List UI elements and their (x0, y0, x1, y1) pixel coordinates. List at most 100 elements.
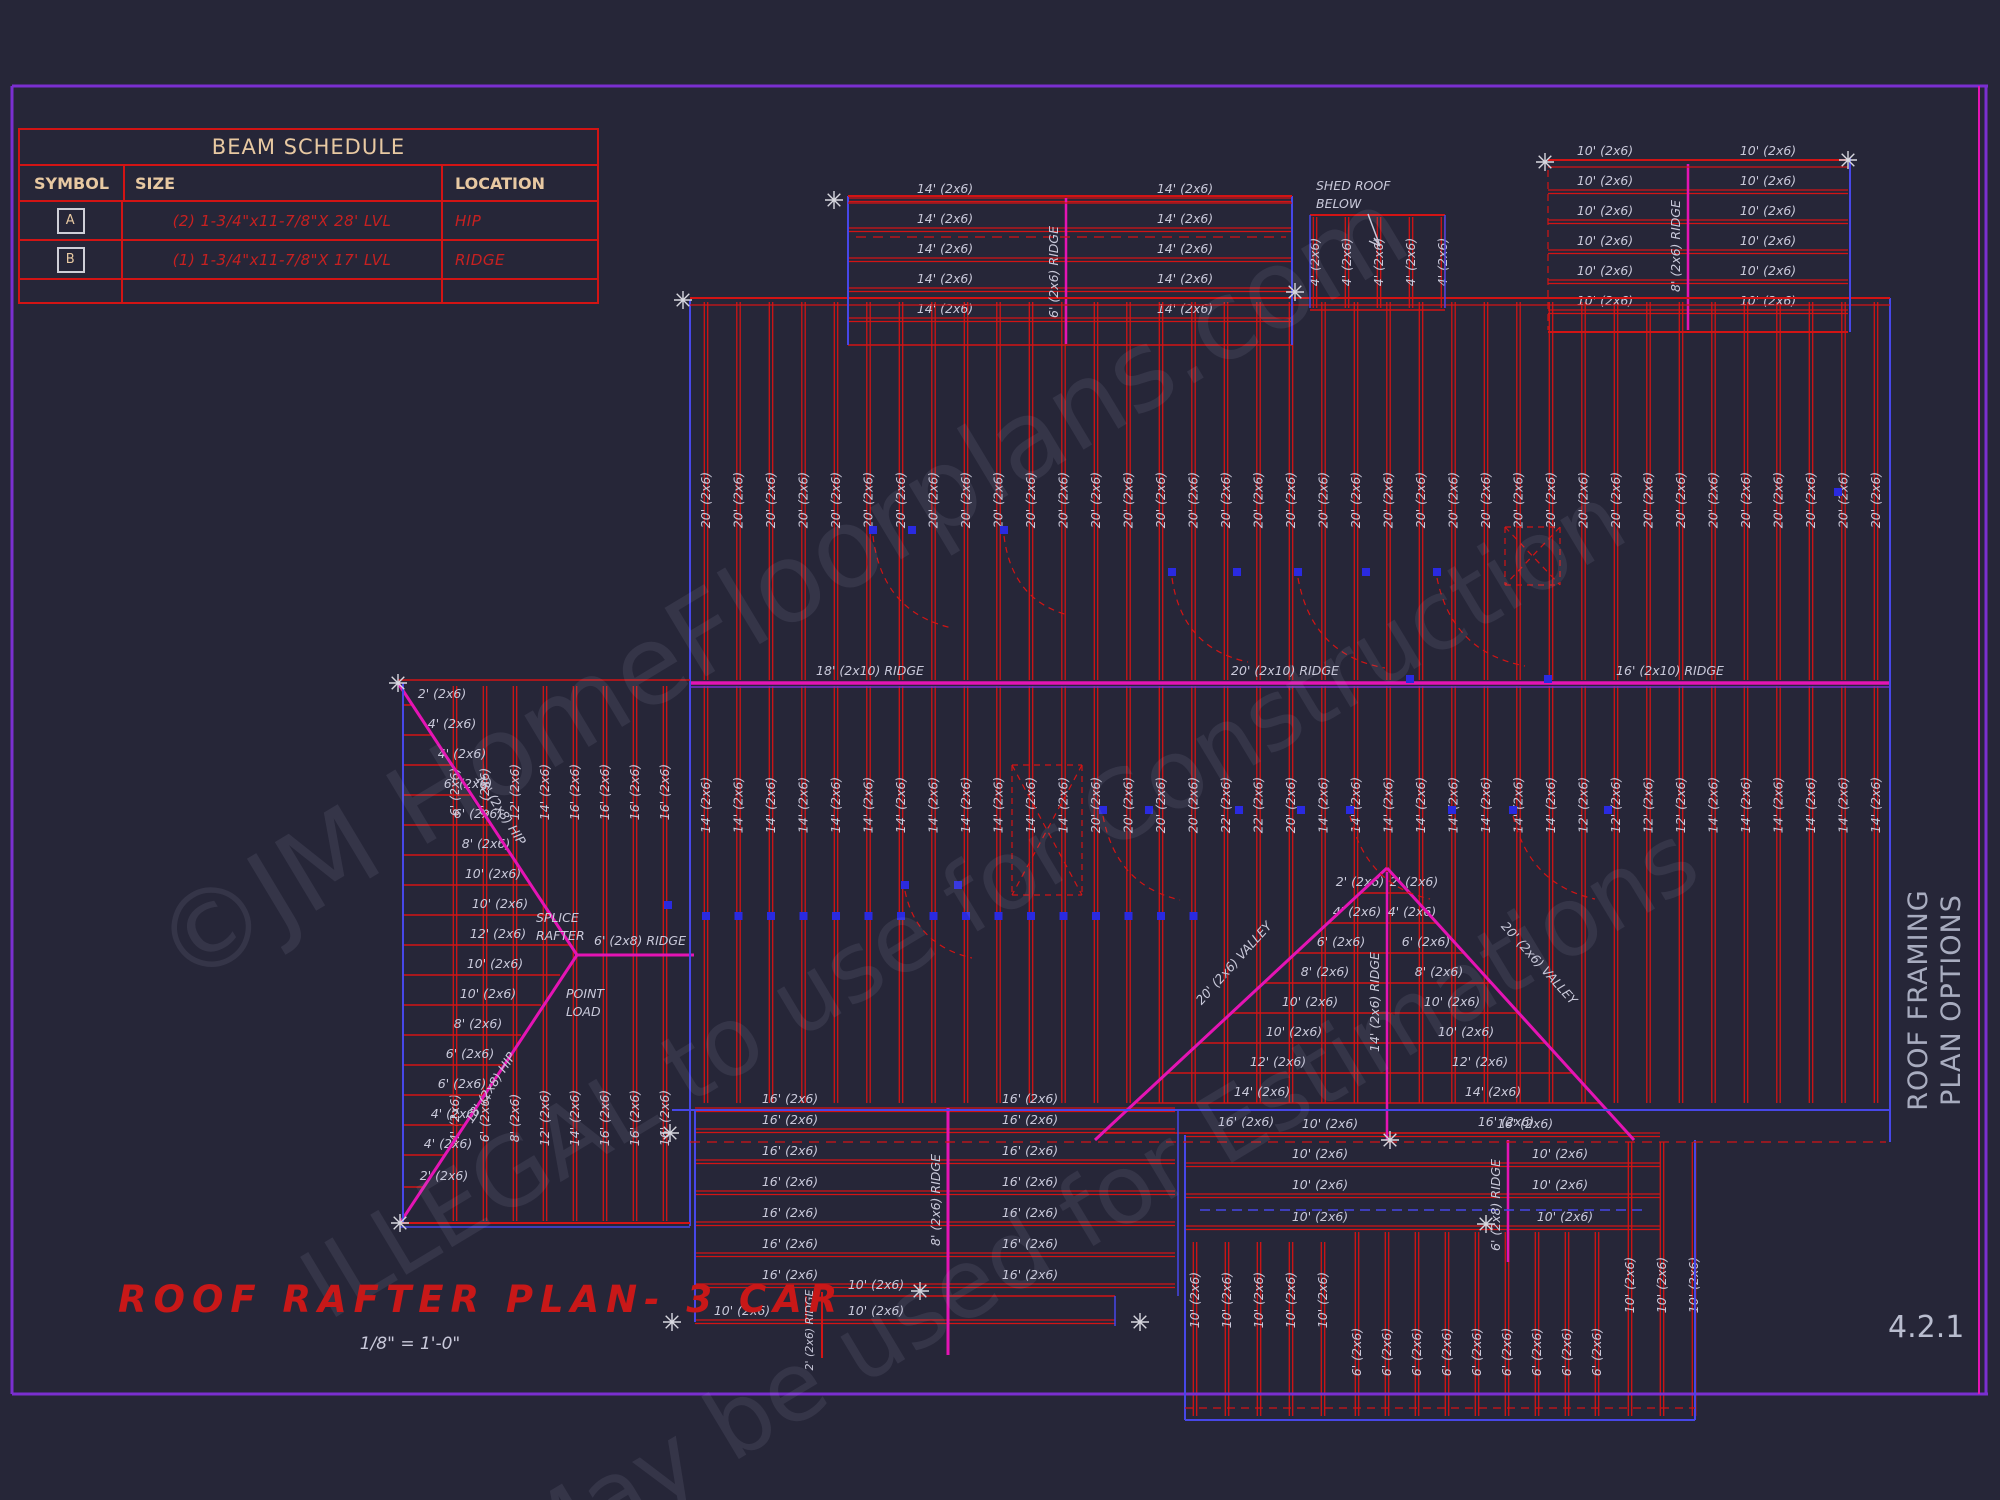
plan-text: 14' (2x6) (1157, 241, 1213, 256)
plan-text: 14' (2x6) (698, 777, 713, 833)
plan-text: 6' (2x6) (1529, 1328, 1544, 1376)
plan-text: 14' (2x6) (1348, 777, 1363, 833)
plan-text: 20' (2x6) (731, 472, 746, 528)
connector-square (1604, 806, 1612, 814)
beam-schedule-title: BEAM SCHEDULE (20, 130, 597, 166)
connector-square (702, 912, 710, 920)
dashed-arc (1172, 578, 1248, 662)
beam-size-b: (1) 1-3/4"x11-7/8"X 17' LVL (123, 241, 443, 278)
plan-text: 10' (2x6) (465, 866, 521, 881)
drawing-scale: 1/8" = 1'-0" (280, 1334, 540, 1354)
plan-text: 10' (2x6) (1251, 1272, 1266, 1328)
table-row: A (2) 1-3/4"x11-7/8"X 28' LVL HIP (20, 202, 597, 241)
plan-text: 20' (2x6) (1283, 777, 1298, 833)
plan-text: 14' (2x6) (1381, 777, 1396, 833)
plan-text: 16' (2x6) (627, 764, 642, 820)
plan-text: 14' (2x6) (1157, 181, 1213, 196)
plan-text: 20' (2x6) (1218, 472, 1233, 528)
table-row-empty (20, 280, 597, 302)
side-label-line1: ROOF FRAMING (1902, 870, 1935, 1130)
table-row: B (1) 1-3/4"x11-7/8"X 17' LVL RIDGE (20, 241, 597, 280)
plan-text: 10' (2x6) (1532, 1146, 1588, 1161)
connector-square (767, 912, 775, 920)
connector-square (1235, 806, 1243, 814)
plan-text: 6' (2x6) (1559, 1328, 1574, 1376)
plan-text: 16' (2x6) (657, 764, 672, 820)
plan-text: 20' (2x6) VALLEY (1193, 918, 1276, 1008)
plan-text: 14' (2x6) (917, 211, 973, 226)
plan-text: 6' (2x6) (1439, 1328, 1454, 1376)
plan-text: 10' (2x6) (1740, 173, 1796, 188)
plan-text: 14' (2x6) (1543, 777, 1558, 833)
plan-text: 14' (2x6) (917, 271, 973, 286)
plan-text: 10' (2x6) (460, 986, 516, 1001)
plan-text: 14' (2x6) (1316, 777, 1331, 833)
plan-text: 20' (2x6) (1641, 472, 1656, 528)
plan-text: 10' (2x6) (1292, 1209, 1348, 1224)
plan-text: 6' (2x6) (1379, 1328, 1394, 1376)
plan-text: 14' (2x6) (1836, 777, 1851, 833)
dashed-arc (1004, 536, 1068, 615)
plan-text: 6' (2x6) (1409, 1328, 1424, 1376)
plan-text: 14' (2x6) (926, 777, 941, 833)
beam-schedule-table: BEAM SCHEDULE SYMBOL SIZE LOCATION A (2)… (18, 128, 599, 304)
plan-text: 10' (2x6) (1283, 1272, 1298, 1328)
plan-text: 12' (2x6) (470, 926, 526, 941)
plan-text: 20' (2x6) (1706, 472, 1721, 528)
drawing-sheet: 20' (2x6) 20' (2x6) 20' (2x6) 20' (2x6) 20' … (0, 0, 2000, 1500)
plan-text: 16' (2x6) (762, 1174, 818, 1189)
plan-text: 6' (2x6) (446, 1046, 494, 1061)
plan-text: 14' (2x6) (1157, 211, 1213, 226)
plan-text: 10' (2x6) (1740, 263, 1796, 278)
plan-text: 10' (2x6) (472, 896, 528, 911)
connector-square (1297, 806, 1305, 814)
plan-text: 14' (2x6) (917, 241, 973, 256)
plan-text: SPLICE (536, 910, 579, 925)
plan-text: 10' (2x6) (1315, 1272, 1330, 1328)
plan-text: 10' (2x6) (1740, 203, 1796, 218)
connector-square (1157, 912, 1165, 920)
plan-text: 6' (2x6) (1589, 1328, 1604, 1376)
plan-text: 6' (2x8) RIDGE (1488, 1159, 1503, 1251)
plan-text: 14' (2x6) (893, 777, 908, 833)
plan-text: 6' (2x6) (1349, 1328, 1364, 1376)
plan-text: 16' (2x6) (762, 1112, 818, 1127)
plan-text: 10' (2x6) (1577, 203, 1633, 218)
plan-text: 4' (2x6) (1388, 904, 1436, 919)
plan-text: 20' (2x6) (1836, 472, 1851, 528)
connector-square (1544, 675, 1552, 683)
plan-text: 16' (2x6) (762, 1236, 818, 1251)
plan-text: 16' (2x6) (1002, 1143, 1058, 1158)
plan-text: 16' (2x6) (1002, 1112, 1058, 1127)
connector-square (800, 912, 808, 920)
plan-text: 16' (2x10) RIDGE (1616, 663, 1724, 678)
plan-text: 10' (2x6) (1187, 1272, 1202, 1328)
column-header-size: SIZE (123, 166, 443, 200)
plan-text: 20' (2x6) (1283, 472, 1298, 528)
column-header-location: LOCATION (443, 166, 597, 200)
plan-text: 20' (2x6) (1186, 472, 1201, 528)
plan-text: 4' (2x6) (1435, 238, 1450, 286)
plan-text: 14' (2x6) (828, 777, 843, 833)
plan-text: 20' (2x6) (1251, 472, 1266, 528)
page-title: ROOF RAFTER PLAN- 3 CAR (118, 1278, 844, 1321)
beam-schedule-header-row: SYMBOL SIZE LOCATION (20, 166, 597, 202)
plan-text: 20' (2x6) (698, 472, 713, 528)
plan-text: 2' (2x6) (1390, 874, 1438, 889)
connector-square (1346, 806, 1354, 814)
plan-text: 12' (2x6) (1673, 777, 1688, 833)
plan-text: 6' (2x8) RIDGE (594, 933, 686, 948)
connector-square (1362, 568, 1370, 576)
connector-square (1233, 568, 1241, 576)
plan-text: 10' (2x6) (1740, 293, 1796, 308)
plan-text: 14' (2x6) (1511, 777, 1526, 833)
plan-text: 10' (2x6) (1219, 1272, 1234, 1328)
plan-text: 10' (2x6) (1577, 173, 1633, 188)
plan-text: 14' (2x6) (958, 777, 973, 833)
plan-text: POINT (566, 986, 605, 1001)
plan-text: 14' (2x6) (731, 777, 746, 833)
plan-text: 10' (2x6) (1740, 143, 1796, 158)
connector-square (664, 901, 672, 909)
connector-square (735, 912, 743, 920)
connector-square (1834, 488, 1842, 496)
